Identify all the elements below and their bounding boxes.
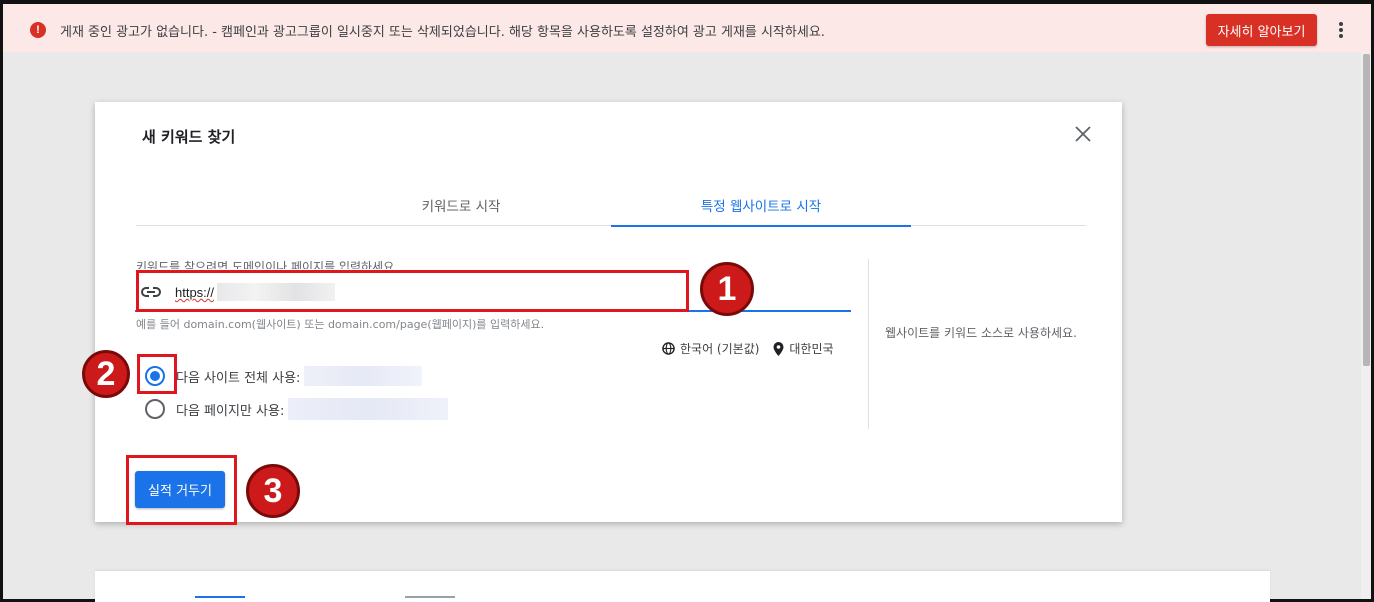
find-keywords-dialog: 새 키워드 찾기 키워드로 시작 특정 웹사이트로 시작 키워드를 찾으려면 도… xyxy=(95,102,1122,522)
results-card xyxy=(95,571,1270,602)
location-selector[interactable]: 대한민국 xyxy=(773,340,834,357)
error-icon: ! xyxy=(30,22,46,38)
annotation-badge-3: 3 xyxy=(246,464,300,518)
card-tab-indicator xyxy=(195,596,245,598)
tab-bar: 키워드로 시작 특정 웹사이트로 시작 xyxy=(136,184,1086,227)
card-tab-divider xyxy=(405,596,455,598)
learn-more-button[interactable]: 자세히 알아보기 xyxy=(1206,14,1317,46)
scrollbar-thumb[interactable] xyxy=(1363,54,1370,366)
alert-banner: ! 게재 중인 광고가 없습니다. - 캠페인과 광고그룹이 일시중지 또는 삭… xyxy=(3,4,1371,52)
url-hint: 예를 들어 domain.com(웹사이트) 또는 domain.com/pag… xyxy=(136,318,545,331)
annotation-box-button xyxy=(126,455,237,525)
annotation-badge-2: 2 xyxy=(82,350,130,398)
vertical-divider xyxy=(868,259,869,429)
tab-start-with-keywords[interactable]: 키워드로 시작 xyxy=(311,184,611,226)
option-page-only-label: 다음 페이지만 사용: xyxy=(176,403,285,419)
option-entire-site[interactable]: 다음 사이트 전체 사용: xyxy=(145,366,423,386)
tab-start-with-website[interactable]: 특정 웹사이트로 시작 xyxy=(611,184,911,227)
radio-page-only[interactable] xyxy=(145,399,165,419)
annotation-box-url xyxy=(136,270,689,312)
annotation-box-radio xyxy=(137,354,177,394)
close-icon[interactable] xyxy=(1073,124,1093,144)
globe-icon xyxy=(662,342,675,355)
more-options-icon[interactable] xyxy=(1331,20,1351,40)
window-frame-left xyxy=(0,0,3,602)
side-note: 웹사이트를 키워드 소스로 사용하세요. xyxy=(885,326,1077,340)
language-location-selector[interactable]: 한국어 (기본값) 대한민국 xyxy=(662,340,834,357)
location-pin-icon xyxy=(773,341,784,356)
redacted-page xyxy=(288,398,449,420)
option-entire-site-label: 다음 사이트 전체 사용: xyxy=(176,370,301,386)
alert-message: 게재 중인 광고가 없습니다. - 캠페인과 광고그룹이 일시중지 또는 삭제되… xyxy=(60,25,825,40)
url-field-label: 키워드를 찾으려면 도메인이나 페이지를 입력하세요 xyxy=(136,260,395,269)
location-label[interactable]: 대한민국 xyxy=(789,340,833,357)
annotation-badge-1: 1 xyxy=(700,262,754,316)
dialog-title: 새 키워드 찾기 xyxy=(142,128,236,146)
language-label[interactable]: 한국어 (기본값) xyxy=(680,340,759,357)
redacted-site xyxy=(304,366,423,386)
option-page-only[interactable]: 다음 페이지만 사용: xyxy=(145,398,449,420)
